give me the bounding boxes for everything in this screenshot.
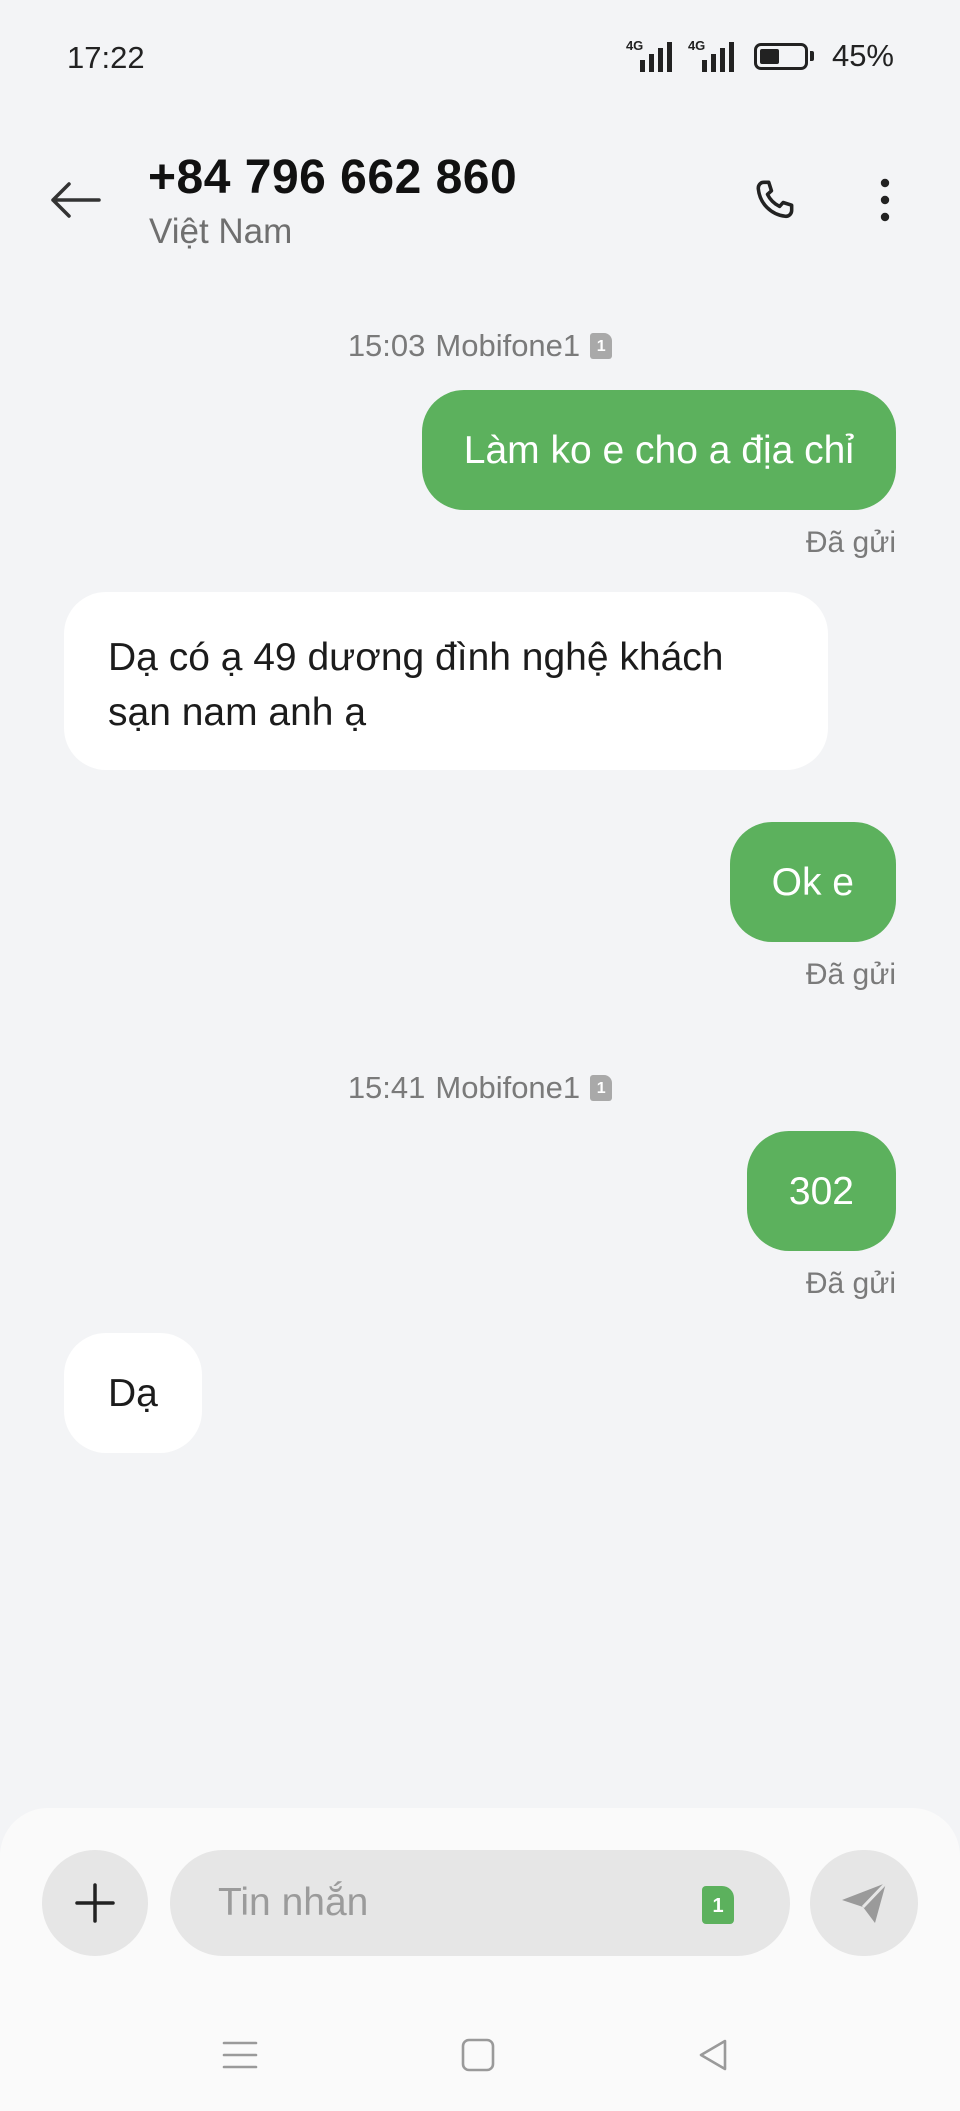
nav-recents-button[interactable]	[205, 2020, 275, 2090]
menu-icon	[222, 2041, 258, 2069]
message-bubble-outgoing[interactable]: Làm ko e cho a địa chỉ	[421, 390, 896, 510]
plus-icon	[75, 1883, 115, 1923]
message-bubble-incoming[interactable]: Dạ	[64, 1333, 202, 1453]
arrow-left-icon	[51, 182, 101, 218]
send-button[interactable]	[810, 1850, 918, 1956]
messaging-screen: 17:22 4G 4G 45% +84 796 662 860 Việt Nam…	[0, 0, 960, 2111]
battery-fill	[759, 48, 779, 64]
timestamp-time: 15:41	[347, 1070, 426, 1105]
add-attachment-button[interactable]	[42, 1850, 148, 1956]
network-type-1: 4G	[625, 38, 644, 53]
nav-back-button[interactable]	[678, 2020, 748, 2090]
status-time: 17:22	[67, 40, 145, 75]
back-button[interactable]	[40, 170, 110, 230]
contact-name: +84 796 662 860	[148, 151, 518, 204]
message-text: Làm ko e cho a địa chỉ	[463, 428, 854, 472]
back-triangle-icon	[699, 2039, 727, 2071]
message-text: 302	[788, 1169, 854, 1213]
phone-icon	[756, 180, 794, 219]
battery-icon	[753, 42, 814, 70]
message-status: Đã gửi	[805, 526, 896, 559]
message-input[interactable]	[218, 1881, 658, 1925]
system-nav-bar	[0, 2010, 960, 2100]
timestamp-sim: Mobifone1	[435, 328, 581, 363]
sim-select-icon[interactable]: 1	[702, 1886, 734, 1924]
signal-1-icon: 4G	[622, 38, 672, 72]
contact-country: Việt Nam	[149, 212, 293, 251]
call-button[interactable]	[740, 170, 810, 230]
message-text: Ok e	[771, 860, 854, 904]
signal-2-icon: 4G	[684, 38, 734, 72]
message-text: Dạ	[108, 1371, 158, 1415]
nav-home-button[interactable]	[443, 2020, 513, 2090]
battery-percent: 45%	[831, 38, 894, 73]
sim-card-icon: 1	[590, 1075, 613, 1101]
conversation-header: +84 796 662 860 Việt Nam	[0, 120, 960, 270]
home-square-icon	[461, 2038, 495, 2072]
message-input-container[interactable]: 1	[170, 1850, 790, 1956]
sim-card-icon: 1	[590, 333, 613, 359]
more-options-button[interactable]	[850, 170, 920, 230]
timestamp-divider: 15:41 Mobifone1 1	[0, 1070, 960, 1106]
status-icons: 4G 4G 45%	[622, 38, 894, 74]
status-bar: 17:22 4G 4G 45%	[0, 0, 960, 110]
timestamp-time: 15:03	[347, 328, 426, 363]
timestamp-divider: 15:03 Mobifone1 1	[0, 328, 960, 364]
message-status: Đã gửi	[805, 958, 896, 991]
message-status: Đã gửi	[805, 1267, 896, 1300]
message-bubble-incoming[interactable]: Dạ có ạ 49 dương đình nghệ khách sạn nam…	[64, 592, 828, 770]
timestamp-sim: Mobifone1	[435, 1070, 581, 1105]
send-icon	[842, 1881, 888, 1923]
network-type-2: 4G	[687, 38, 706, 53]
message-bubble-outgoing[interactable]: Ok e	[729, 822, 896, 942]
message-bubble-outgoing[interactable]: 302	[746, 1131, 896, 1251]
more-vertical-icon	[880, 178, 890, 222]
message-text: Dạ có ạ 49 dương đình nghệ khách sạn nam…	[108, 636, 724, 734]
